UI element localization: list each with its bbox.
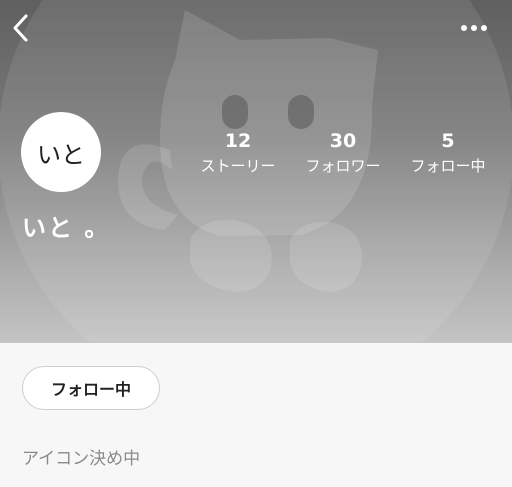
more-horizontal-icon xyxy=(461,25,487,31)
following-button[interactable]: フォロー中 xyxy=(22,366,160,410)
chevron-left-icon xyxy=(13,14,28,42)
back-button[interactable] xyxy=(8,10,36,46)
stat-following-label: フォロー中 xyxy=(410,157,486,175)
display-name: いと 。 xyxy=(22,214,111,242)
stat-followers-count: 30 xyxy=(329,130,357,152)
stat-stories-count: 12 xyxy=(224,130,252,152)
stat-following[interactable]: 5 フォロー中 xyxy=(398,128,498,176)
stat-stories-label: ストーリー xyxy=(200,157,276,175)
stat-followers-label: フォロワー xyxy=(305,157,381,175)
avatar-text: いと xyxy=(37,140,85,169)
stat-followers[interactable]: 30 フォロワー xyxy=(293,128,393,176)
stat-following-count: 5 xyxy=(441,130,455,152)
profile-header: いと 12 ストーリー 30 フォロワー 5 フォロー中 いと 。 xyxy=(0,0,512,343)
more-options-button[interactable] xyxy=(456,16,492,40)
profile-bio: アイコン決め中 xyxy=(22,449,141,469)
stat-stories[interactable]: 12 ストーリー xyxy=(188,128,288,176)
avatar[interactable]: いと xyxy=(21,112,101,192)
